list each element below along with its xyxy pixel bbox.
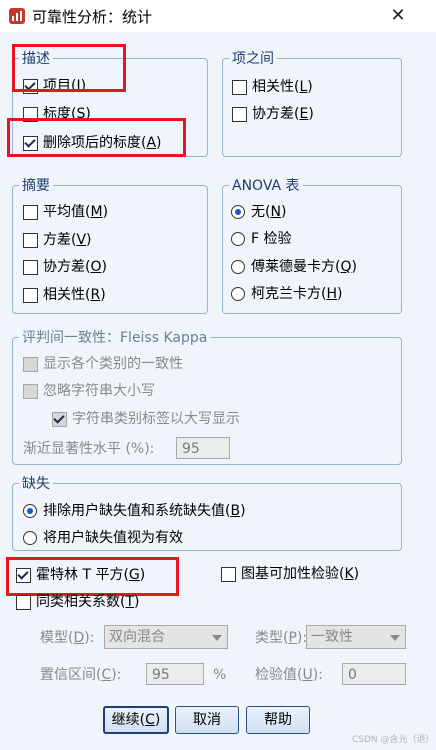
window-title: 可靠性分析：统计	[32, 8, 153, 26]
summaries-group: 摘要	[12, 175, 208, 314]
continue-button[interactable]: 继续(C)	[103, 706, 169, 734]
app-icon	[9, 8, 25, 24]
test-value-label: 检验值(U):	[255, 667, 323, 683]
watermark: CSDN @含光（退）	[352, 735, 435, 745]
summary-covariances-check-icon[interactable]	[23, 260, 38, 275]
anova-label: ANOVA 表	[229, 175, 303, 195]
tukey-check-icon[interactable]	[221, 567, 236, 582]
model-chevron-down-icon	[212, 635, 222, 641]
summary-correlations-check-icon[interactable]	[23, 288, 38, 303]
inter-correlations-check-icon[interactable]	[232, 80, 247, 95]
ci-label: 置信区间(C):	[40, 667, 122, 683]
cancel-button[interactable]: 取消	[175, 706, 239, 734]
asymptotic-label: 渐近显著性水平 (%):	[23, 441, 155, 457]
percent-label: %	[213, 667, 227, 683]
show-agreement-check-icon[interactable]	[23, 357, 38, 372]
exclude-missing-radio-icon[interactable]	[23, 504, 37, 518]
variances-check-icon[interactable]	[23, 233, 38, 248]
title-bar: 可靠性分析：统计 ✕	[0, 0, 436, 32]
test-value-input[interactable]: 0	[342, 663, 406, 685]
missing-valid-radio-icon[interactable]	[23, 531, 37, 545]
ignore-case-check-icon[interactable]	[23, 384, 38, 399]
fleiss-label: 评判间一致性：Fleiss Kappa	[19, 327, 211, 347]
inter-item-label: 项之间	[229, 48, 277, 68]
type-chevron-down-icon	[390, 635, 400, 641]
anova-f-test-radio-icon[interactable]	[231, 232, 245, 246]
highlight-hotelling	[6, 557, 179, 596]
anova-friedman-radio-icon[interactable]	[231, 260, 245, 274]
summaries-label: 摘要	[19, 175, 53, 195]
close-icon[interactable]: ✕	[386, 4, 410, 28]
type-label: 类型(P):	[255, 630, 308, 646]
missing-label: 缺失	[19, 473, 53, 493]
highlight-descriptives-item	[12, 44, 126, 92]
ci-input[interactable]: 95	[146, 663, 204, 685]
model-select[interactable]: 双向混合	[104, 625, 228, 649]
icc-check-icon[interactable]	[16, 595, 31, 610]
anova-cochran-radio-icon[interactable]	[231, 287, 245, 301]
type-select[interactable]: 一致性	[306, 625, 406, 649]
means-check-icon[interactable]	[23, 205, 38, 220]
model-label: 模型(D):	[40, 630, 95, 646]
inter-covariances-check-icon[interactable]	[232, 107, 247, 122]
anova-none-radio-icon[interactable]	[231, 205, 245, 219]
asymptotic-input[interactable]: 95	[176, 437, 230, 459]
highlight-scale-if-deleted	[7, 118, 186, 157]
help-button[interactable]: 帮助	[246, 706, 310, 734]
uppercase-labels-check-icon[interactable]	[52, 412, 67, 427]
